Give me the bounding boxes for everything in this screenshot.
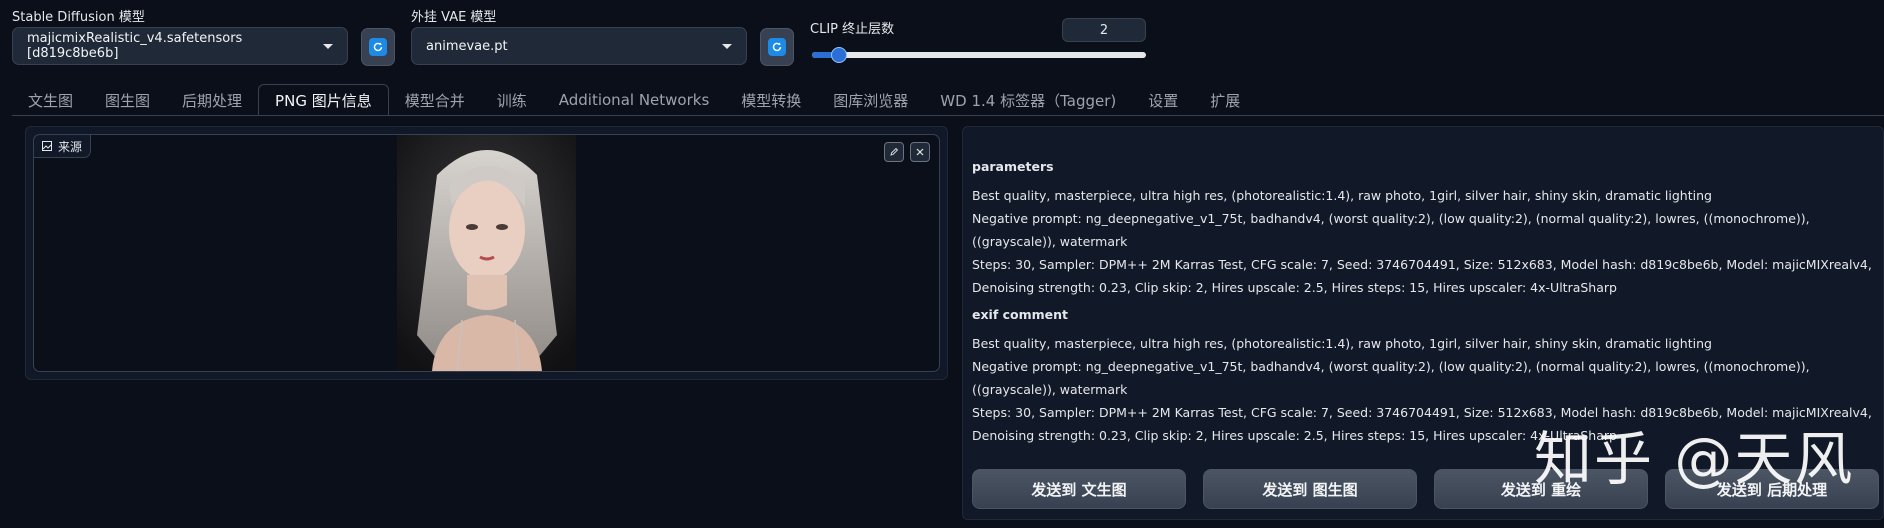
- tab-5[interactable]: 训练: [481, 84, 543, 116]
- clip-skip-slider-track[interactable]: [812, 52, 1146, 58]
- refresh-sd-model-button[interactable]: [361, 28, 395, 66]
- tab-6[interactable]: Additional Networks: [543, 84, 726, 116]
- vae-value: animevae.pt: [426, 38, 508, 54]
- pencil-icon: [890, 147, 899, 156]
- refresh-icon: [369, 38, 387, 56]
- clip-skip-number-input[interactable]: 2: [1062, 18, 1146, 42]
- clip-skip-label: CLIP 终止层数: [810, 22, 895, 37]
- send-to-img2img-button[interactable]: 发送到 图生图: [1203, 469, 1417, 509]
- sd-model-label: Stable Diffusion 模型: [12, 10, 145, 25]
- tab-3[interactable]: PNG 图片信息: [258, 84, 389, 116]
- parameters-heading: parameters: [972, 159, 1054, 174]
- tab-2[interactable]: 后期处理: [166, 84, 258, 116]
- source-badge: 来源: [33, 134, 92, 158]
- source-badge-label: 来源: [58, 139, 83, 154]
- tab-9[interactable]: WD 1.4 标签器（Tagger): [924, 84, 1132, 116]
- refresh-icon: [768, 38, 786, 56]
- sd-model-value: majicmixRealistic_v4.safetensors [d819c8…: [27, 31, 243, 61]
- refresh-vae-button[interactable]: [760, 28, 794, 66]
- tab-0[interactable]: 文生图: [12, 84, 89, 116]
- watermark-text: 知乎 @天风: [1534, 425, 1855, 493]
- parameters-prompt: Best quality, masterpiece, ultra high re…: [972, 188, 1712, 203]
- exif-heading: exif comment: [972, 307, 1069, 322]
- portrait-image: [397, 135, 576, 371]
- clip-skip-slider-thumb[interactable]: [830, 47, 847, 63]
- main-tabs: 文生图 图生图 后期处理 PNG 图片信息 模型合并 训练 Additional Netwo…: [12, 84, 1256, 116]
- clear-image-button[interactable]: [910, 142, 930, 162]
- tab-11[interactable]: 扩展: [1194, 84, 1256, 116]
- edit-image-button[interactable]: [884, 142, 904, 162]
- vae-label: 外挂 VAE 模型: [411, 10, 497, 25]
- parameters-negative-prompt: Negative prompt: ng_deepnegative_v1_75t,…: [972, 211, 1810, 249]
- tab-8[interactable]: 图库浏览器: [817, 84, 924, 116]
- tab-10[interactable]: 设置: [1132, 84, 1194, 116]
- source-image-dropzone[interactable]: [33, 134, 940, 372]
- chevron-down-icon: [722, 43, 732, 49]
- exif-negative-prompt: Negative prompt: ng_deepnegative_v1_75t,…: [972, 359, 1810, 397]
- generation-info-text: parameters Best quality, masterpiece, ul…: [972, 155, 1872, 447]
- chevron-down-icon: [323, 43, 333, 49]
- tab-divider: [12, 115, 1884, 116]
- parameters-settings: Steps: 30, Sampler: DPM++ 2M Karras Test…: [972, 257, 1872, 295]
- exif-prompt: Best quality, masterpiece, ultra high re…: [972, 336, 1712, 351]
- tab-7[interactable]: 模型转换: [725, 84, 817, 116]
- sd-model-dropdown[interactable]: majicmixRealistic_v4.safetensors [d819c8…: [12, 27, 348, 65]
- tab-1[interactable]: 图生图: [89, 84, 166, 116]
- vae-dropdown[interactable]: animevae.pt: [411, 27, 747, 65]
- close-icon: [916, 148, 924, 156]
- send-to-txt2img-button[interactable]: 发送到 文生图: [972, 469, 1186, 509]
- tab-4[interactable]: 模型合并: [389, 84, 481, 116]
- image-icon: [42, 141, 52, 151]
